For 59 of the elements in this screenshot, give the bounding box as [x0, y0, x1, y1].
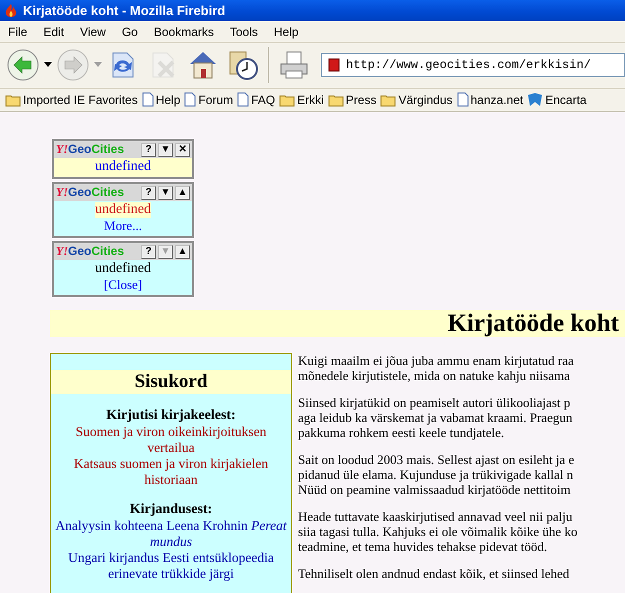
widget-button[interactable]: ?	[141, 244, 156, 258]
menu-item[interactable]: Go	[114, 24, 146, 39]
bookmark-item[interactable]: Värgindus	[380, 92, 452, 107]
menu-item[interactable]: Bookmarks	[146, 24, 222, 39]
page-title: Kirjatööde koht	[447, 310, 620, 338]
menu-item[interactable]: Edit	[35, 24, 72, 39]
widget-text[interactable]: undefined	[95, 202, 151, 218]
widget-button[interactable]: ▼	[158, 142, 173, 156]
paragraph: Tehniliselt olen andnud endast kõik, et siinsed lehed	[298, 566, 570, 581]
bookmark-item[interactable]: Erkki	[279, 92, 324, 107]
menu-item[interactable]: File	[0, 24, 36, 39]
geocities-logo: Y!GeoCities	[56, 142, 124, 157]
contents-link[interactable]: Suomen ja viron oikeinkirjoituksen vertailua	[55, 424, 287, 456]
folder-icon	[328, 92, 344, 107]
geocities-logo: Y!GeoCities	[56, 244, 124, 259]
contents-heading: Sisukord	[134, 371, 208, 392]
widget-link[interactable]: [Close]	[104, 277, 142, 293]
widget-button[interactable]: ▼	[158, 186, 173, 200]
printer-icon	[278, 49, 310, 82]
address-field[interactable]: http://www.geocities.com/erkkisin/	[321, 53, 625, 78]
bookmark-item[interactable]: Help	[142, 92, 180, 108]
widget-button[interactable]: ?	[141, 186, 156, 200]
page-icon	[456, 92, 468, 108]
menu-item[interactable]: Help	[266, 24, 307, 39]
section-title: Kirjutisi kirjakeelest:	[106, 408, 236, 424]
page-icon	[237, 92, 250, 108]
folder-icon	[5, 92, 21, 107]
paragraph: Kuigi maailm ei jõua juba ammu enam kirjutatud raa mõnedele kirjutistele, mida on natuke kahju niisama	[298, 353, 575, 383]
widget-link[interactable]: More...	[104, 218, 142, 234]
bookmark-item[interactable]: Press	[328, 92, 376, 107]
paragraph: Heade tuttavate kaaskirjutised annavad veel nii palju siia tagasi tulla. Kahjuks ei ole võimalik kõike ühe ko teadmine, et tema huvides tehakse pidevat tööd.	[298, 509, 578, 554]
flame-icon	[3, 2, 19, 19]
widget-button[interactable]: ?	[141, 142, 156, 156]
widget-button[interactable]: ▲	[175, 186, 190, 200]
folder-icon	[380, 92, 396, 107]
clock-icon	[227, 49, 259, 82]
widget-text: undefined	[95, 261, 151, 277]
paragraph: Siinsed kirjatükid on peamiselt autori ülikooliajast p aga leidub ka värskemat ja vabamat kraami. Praegun pakkuma rohkem eesti keele tundjatele.	[298, 395, 574, 440]
paragraph: Sait on loodud 2003 mais. Sellest ajast on esileht ja e pidanud üle elama. Kujunduse ja trükivigade kallal n Nüüd on peamine valmissaadud kirjatööde nettitoim	[298, 452, 576, 497]
folder-icon	[279, 92, 296, 107]
bookmark-item[interactable]: FAQ	[237, 92, 276, 108]
page-icon	[142, 92, 154, 108]
section-title: Kirjandusest:	[130, 502, 212, 518]
bookmark-item[interactable]: Encarta	[527, 92, 587, 108]
page-icon	[184, 92, 196, 108]
bookmark-item[interactable]: hanza.net	[456, 92, 524, 108]
window-title: Kirjatööde koht - Mozilla Firebird	[23, 3, 226, 18]
menu-item[interactable]: View	[72, 24, 114, 39]
bookmark-item[interactable]: Imported IE Favorites	[5, 92, 138, 107]
contents-link[interactable]: Analyysin kohteena Leena Krohnin Pereat mundus	[55, 518, 287, 550]
bookmark-item[interactable]: Forum	[184, 92, 234, 108]
widget-button[interactable]: ✕	[175, 142, 190, 156]
geocities-logo: Y!GeoCities	[56, 185, 124, 200]
dropdown-arrow-icon[interactable]	[44, 62, 52, 68]
page-icon	[328, 58, 340, 72]
contents-link[interactable]: Katsaus suomen ja viron kirjakielen historiaan	[55, 456, 287, 488]
menu-item[interactable]: Tools	[222, 24, 266, 39]
contents-link[interactable]: Ungari kirjandus Eesti entsüklopeedia erinevate trükkide järgi	[55, 550, 287, 582]
widget-button[interactable]: ▲	[175, 244, 190, 258]
